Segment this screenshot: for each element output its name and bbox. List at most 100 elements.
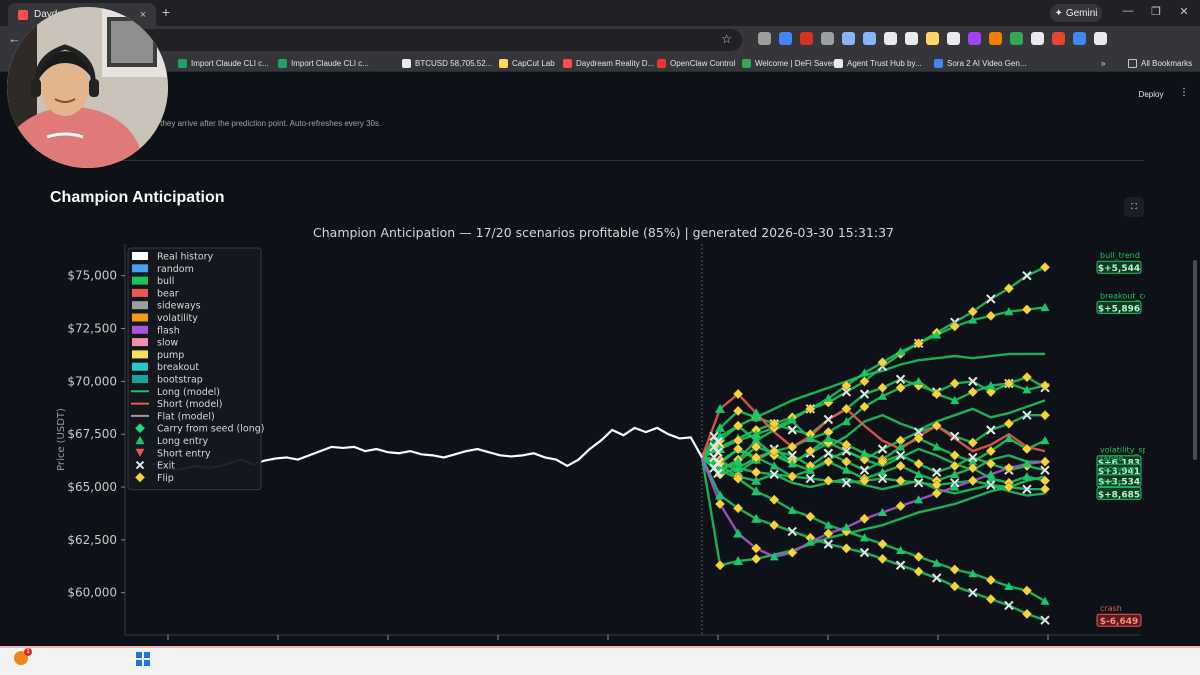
legend-swatch xyxy=(132,252,148,260)
page-caption: ss they arrive after the prediction poin… xyxy=(150,119,382,128)
scenario-name-label: breakout_continuation xyxy=(1100,291,1145,300)
extension-icon[interactable] xyxy=(821,32,834,45)
long-entry-marker xyxy=(787,505,797,514)
legend-swatch xyxy=(132,288,148,297)
main-menu-icon[interactable]: ⋮ xyxy=(1179,87,1189,98)
extension-icon[interactable] xyxy=(968,32,981,45)
bookmark-label: Import Claude CLI c... xyxy=(291,58,369,68)
flip-marker xyxy=(750,466,762,478)
long-entry-marker xyxy=(859,368,869,377)
bookmark-item[interactable]: Import Claude CLI c... xyxy=(278,56,369,70)
legend-label: Short entry xyxy=(157,448,211,459)
extension-icon[interactable] xyxy=(758,32,771,45)
bookmark-favicon-icon xyxy=(657,58,666,68)
bookmark-item[interactable]: Agent Trust Hub by... xyxy=(834,56,922,70)
flip-marker xyxy=(985,593,997,605)
extension-icon[interactable] xyxy=(842,32,855,45)
bookmark-item[interactable]: Welcome | DeFi Saver xyxy=(742,56,835,70)
gemini-button[interactable]: ✦ Gemini xyxy=(1050,4,1102,22)
flip-marker xyxy=(750,553,762,565)
bookmark-label: Import Claude CLI c... xyxy=(191,58,269,68)
bookmark-item[interactable]: BTCUSD 58,705.52... xyxy=(402,56,492,70)
legend-label: pump xyxy=(157,350,184,361)
legend-label: flash xyxy=(157,325,180,336)
legend-swatch xyxy=(132,301,148,310)
extension-icon[interactable] xyxy=(926,32,939,45)
y-tick-label: $60,000 xyxy=(67,586,117,600)
flip-marker xyxy=(859,513,870,525)
extension-icon[interactable] xyxy=(884,32,897,45)
page-scrollbar[interactable] xyxy=(1193,260,1197,460)
deploy-button[interactable]: Deploy xyxy=(1130,88,1172,102)
chart-title: Champion Anticipation — 17/20 scenarios … xyxy=(313,225,894,240)
firefox-notification-icon[interactable]: 1 xyxy=(14,648,32,665)
bookmark-item[interactable]: CapCut Lab xyxy=(499,56,555,70)
flip-marker xyxy=(913,551,924,563)
restore-icon[interactable]: ❐ xyxy=(1147,5,1165,18)
flip-marker xyxy=(895,500,906,512)
y-tick-label: $67,500 xyxy=(67,427,117,441)
bookmark-label: Sora 2 AI Video Gen... xyxy=(947,58,1027,68)
extension-icon[interactable] xyxy=(905,32,918,45)
legend-label: Flip xyxy=(157,473,174,484)
flip-marker xyxy=(949,564,961,575)
extension-icon[interactable] xyxy=(863,32,876,45)
flip-marker xyxy=(1003,418,1015,429)
extension-icon[interactable] xyxy=(1031,32,1044,45)
legend-label: bull xyxy=(157,276,174,287)
flip-marker xyxy=(895,382,906,394)
legend-swatch xyxy=(132,375,148,383)
flip-marker xyxy=(949,450,961,461)
legend-swatch xyxy=(132,350,148,359)
pnl-badge-value: $+8,685 xyxy=(1098,490,1140,500)
minimize-icon[interactable]: — xyxy=(1119,5,1137,17)
bookmarks-overflow-button[interactable]: » xyxy=(1101,56,1105,70)
new-tab-button[interactable]: + xyxy=(158,4,174,20)
fullscreen-icon[interactable]: ⛶ xyxy=(1124,197,1144,217)
bookmark-item[interactable]: OpenClaw Control xyxy=(657,56,735,70)
y-tick-label: $62,500 xyxy=(67,533,117,547)
legend-label: random xyxy=(157,264,194,275)
windows-start-icon[interactable] xyxy=(136,652,150,666)
bookmark-favicon-icon xyxy=(934,58,943,68)
long-entry-marker xyxy=(914,376,924,385)
sparkle-icon: ✦ xyxy=(1054,7,1063,19)
folder-icon xyxy=(1128,58,1137,68)
flip-marker xyxy=(768,519,780,531)
flip-marker xyxy=(1021,371,1033,383)
flip-marker xyxy=(1021,585,1033,596)
extension-icon[interactable] xyxy=(947,32,960,45)
extension-icon[interactable] xyxy=(1052,32,1065,45)
scenario-name-label: range xyxy=(1100,454,1123,463)
all-bookmarks-label: All Bookmarks xyxy=(1141,58,1193,68)
scenario-name-label: recovery xyxy=(1100,465,1135,474)
streamlit-favicon-icon xyxy=(18,9,28,20)
extension-icon[interactable] xyxy=(800,32,813,45)
bookmark-item[interactable]: Import Claude CLI c... xyxy=(178,56,269,70)
long-entry-marker xyxy=(1040,436,1050,445)
legend-label: bear xyxy=(157,288,179,299)
legend-label: breakout xyxy=(157,362,199,373)
legend-swatch xyxy=(132,313,148,322)
bookmark-star-icon[interactable]: ☆ xyxy=(721,32,732,46)
extension-icon[interactable] xyxy=(989,32,1002,45)
champion-anticipation-chart: Champion Anticipation — 17/20 scenarios … xyxy=(56,225,1145,640)
all-bookmarks-button[interactable]: All Bookmarks xyxy=(1128,56,1192,70)
url-omnibox[interactable]: ☆ xyxy=(130,29,742,51)
bookmark-item[interactable]: Daydream Reality D... xyxy=(563,56,654,70)
bookmark-item[interactable]: Sora 2 AI Video Gen... xyxy=(934,56,1026,70)
extension-icon[interactable] xyxy=(1073,32,1086,45)
exit-marker xyxy=(986,294,996,304)
flip-marker xyxy=(841,456,852,467)
close-window-icon[interactable]: ✕ xyxy=(1175,5,1193,18)
legend-label: volatility xyxy=(157,313,198,324)
bookmark-favicon-icon xyxy=(499,58,508,68)
extension-icon[interactable] xyxy=(1094,32,1107,45)
legend-label: Long entry xyxy=(157,436,209,447)
legend-label: Carry from seed (long) xyxy=(157,424,264,435)
flip-marker xyxy=(805,511,816,522)
close-tab-icon[interactable]: × xyxy=(136,9,150,21)
pnl-badge-value: $+5,896 xyxy=(1098,304,1140,314)
extension-icon[interactable] xyxy=(779,32,792,45)
extension-icon[interactable] xyxy=(1010,32,1023,45)
